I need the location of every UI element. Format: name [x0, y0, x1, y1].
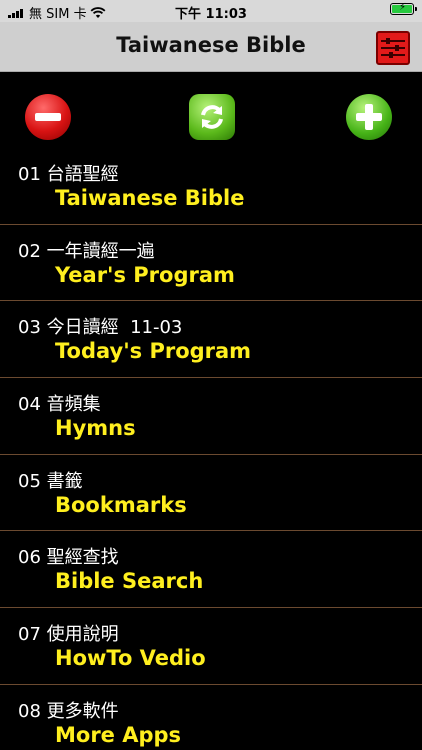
menu-item-title: 07 使用說明: [18, 624, 119, 646]
refresh-icon: [201, 105, 223, 129]
menu-item-bible-search[interactable]: 06 聖經查找 Bible Search: [0, 531, 422, 609]
menu-item-subtitle: Year's Program: [55, 262, 235, 287]
menu-item-subtitle: More Apps: [55, 722, 182, 747]
status-bar: 無 SIM 卡 下午 11:03 ⚡: [0, 0, 422, 22]
minus-circle-icon: [35, 113, 61, 121]
menu-item-taiwanese-bible[interactable]: 01 台語聖經 Taiwanese Bible: [0, 148, 422, 225]
menu-item-subtitle: Hymns: [55, 416, 136, 441]
nav-bar: Taiwanese Bible: [0, 22, 422, 72]
menu-item-title: 02 一年讀經一遍: [18, 240, 155, 262]
menu-item-subtitle: Bible Search: [55, 569, 204, 594]
refresh-button[interactable]: [189, 94, 235, 140]
menu-item-bookmarks[interactable]: 05 書籤 Bookmarks: [0, 455, 422, 532]
menu-item-title: 01 台語聖經: [18, 164, 119, 185]
menu-item-howto-video[interactable]: 07 使用說明 HowTo Vedio: [0, 608, 422, 685]
menu-item-more-apps[interactable]: 08 更多軟件 More Apps: [0, 685, 422, 750]
settings-icon: [381, 38, 405, 58]
page-title: Taiwanese Bible: [116, 33, 306, 57]
menu-item-today-program[interactable]: 03 今日讀經 11-03 Today's Program: [0, 301, 422, 379]
add-button[interactable]: [346, 94, 392, 140]
menu-item-subtitle: Today's Program: [55, 339, 252, 364]
menu-item-subtitle: Bookmarks: [55, 492, 187, 517]
menu-item-title: 03 今日讀經 11-03: [18, 317, 183, 339]
settings-button[interactable]: [376, 31, 410, 65]
menu-item-year-program[interactable]: 02 一年讀經一遍 Year's Program: [0, 225, 422, 302]
menu-item-subtitle: HowTo Vedio: [55, 646, 206, 671]
menu-list: 01 台語聖經 Taiwanese Bible 02 一年讀經一遍 Year's…: [0, 148, 422, 750]
menu-item-subtitle: Taiwanese Bible: [55, 186, 245, 210]
battery-icon: ⚡: [390, 3, 417, 15]
toolbar: [0, 72, 422, 154]
menu-item-title: 06 聖經查找: [18, 547, 119, 569]
menu-item-title: 04 音頻集: [18, 394, 101, 416]
menu-item-hymns[interactable]: 04 音頻集 Hymns: [0, 378, 422, 455]
plus-circle-icon: [356, 104, 382, 130]
menu-item-title: 08 更多軟件: [18, 700, 119, 722]
menu-item-title: 05 書籤: [18, 470, 83, 492]
status-time: 下午 11:03: [175, 7, 247, 22]
remove-button[interactable]: [25, 94, 71, 140]
